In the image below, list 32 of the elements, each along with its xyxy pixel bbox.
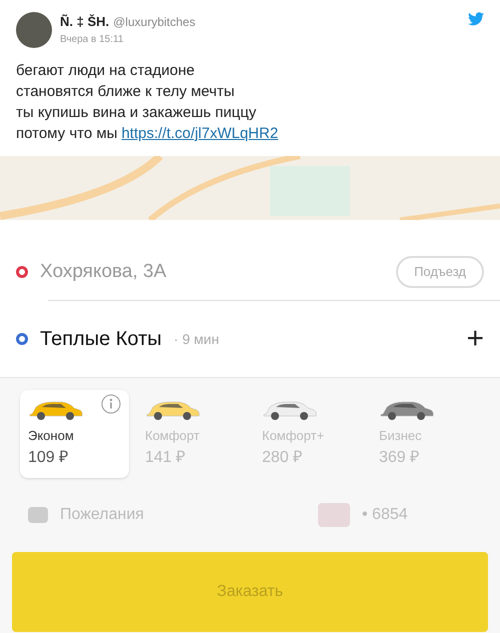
- bird-logo-icon: [468, 12, 484, 26]
- avatar: [16, 12, 52, 48]
- tweet-text-line: потому что мы: [16, 124, 118, 144]
- tweet-link[interactable]: https://t.co/jl7xWLqHR2: [121, 123, 278, 144]
- tariff-card[interactable]: Комфорт+ 280 ₽: [254, 390, 363, 478]
- author-handle: @luxurybitches: [113, 14, 196, 31]
- add-stop-button[interactable]: +: [466, 324, 484, 354]
- card-icon: [318, 502, 350, 526]
- tariff-card[interactable]: Бизнес 369 ₽: [371, 390, 480, 478]
- tariff-name: Комфорт: [145, 427, 201, 445]
- tariff-price: 280 ₽: [262, 448, 304, 468]
- tweet-text-line: становятся ближе к телу мечты: [16, 82, 236, 102]
- info-icon[interactable]: [101, 394, 121, 414]
- tariff-name: Комфорт+: [262, 427, 326, 445]
- tariff-name: Бизнес: [379, 427, 423, 445]
- tariff-price: 369 ₽: [379, 448, 420, 468]
- travel-time: · 9 мин: [174, 330, 220, 348]
- tariff-name: Эконом: [28, 427, 75, 445]
- entrance-button[interactable]: Подъезд: [396, 256, 484, 288]
- wishes-icon: [28, 506, 48, 522]
- tariff-card[interactable]: Эконом 109 ₽: [20, 390, 129, 478]
- tariff-price: 109 ₽: [28, 448, 70, 468]
- tweet-time: Вчера в 15:11: [60, 32, 124, 46]
- tariff-card[interactable]: Комфорт 141 ₽: [137, 390, 246, 478]
- tweet-text-line: ты купишь вина и закажешь пиццу: [16, 103, 258, 123]
- origin-address[interactable]: Хохрякова, 3А: [40, 258, 384, 286]
- tweet-text-line: бегают люди на стадионе: [16, 61, 196, 81]
- destination-address[interactable]: Теплые Коты: [40, 324, 162, 354]
- tariff-price: 141 ₽: [145, 448, 186, 468]
- wishes-option[interactable]: Пожелания: [60, 502, 318, 526]
- payment-card[interactable]: • 6854: [362, 502, 472, 526]
- author-name: Ñ. ‡ ŠH.: [60, 13, 110, 31]
